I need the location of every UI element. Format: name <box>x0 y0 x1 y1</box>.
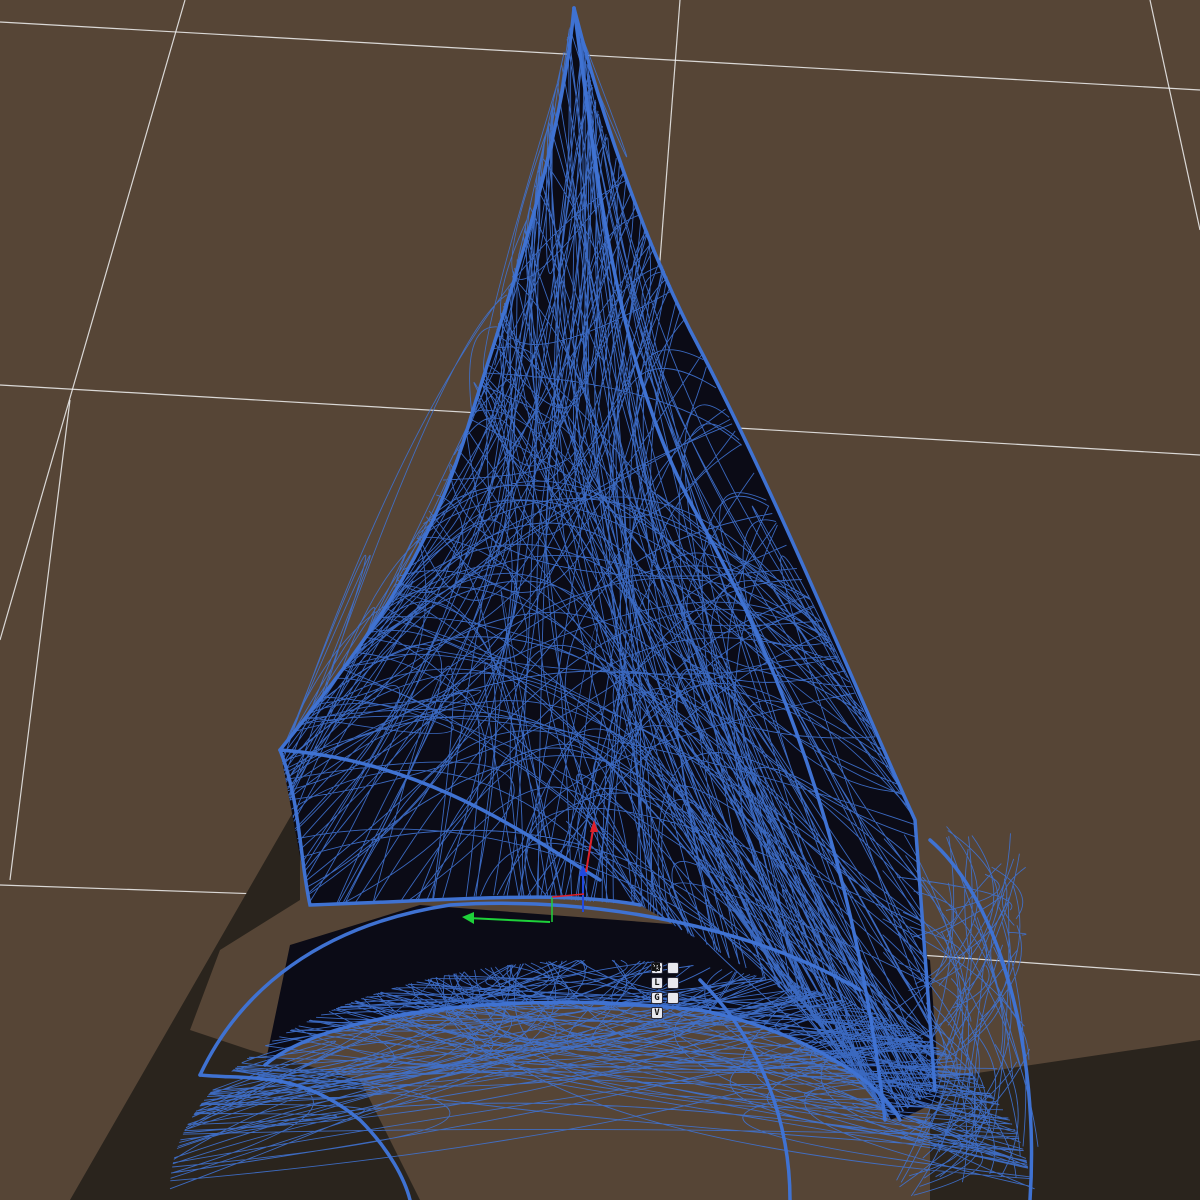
grid-line <box>1149 0 1200 231</box>
gizmo-mode-panel: P L G V <box>651 962 679 1019</box>
3d-viewport[interactable]: P L G V <box>0 0 1200 1200</box>
grid-line <box>0 21 1200 91</box>
grid-line <box>0 0 186 641</box>
local-space-button[interactable]: L <box>651 977 663 989</box>
global-space-button[interactable]: G <box>651 992 663 1004</box>
scale-tool-button[interactable] <box>652 963 679 1004</box>
move-tool-button[interactable] <box>651 962 679 974</box>
view-space-button[interactable]: V <box>651 1007 663 1019</box>
viewport-canvas[interactable] <box>0 0 1200 1200</box>
rotate-tool-button[interactable] <box>652 962 679 989</box>
scale-icon <box>652 963 660 971</box>
grid-line <box>9 399 71 881</box>
